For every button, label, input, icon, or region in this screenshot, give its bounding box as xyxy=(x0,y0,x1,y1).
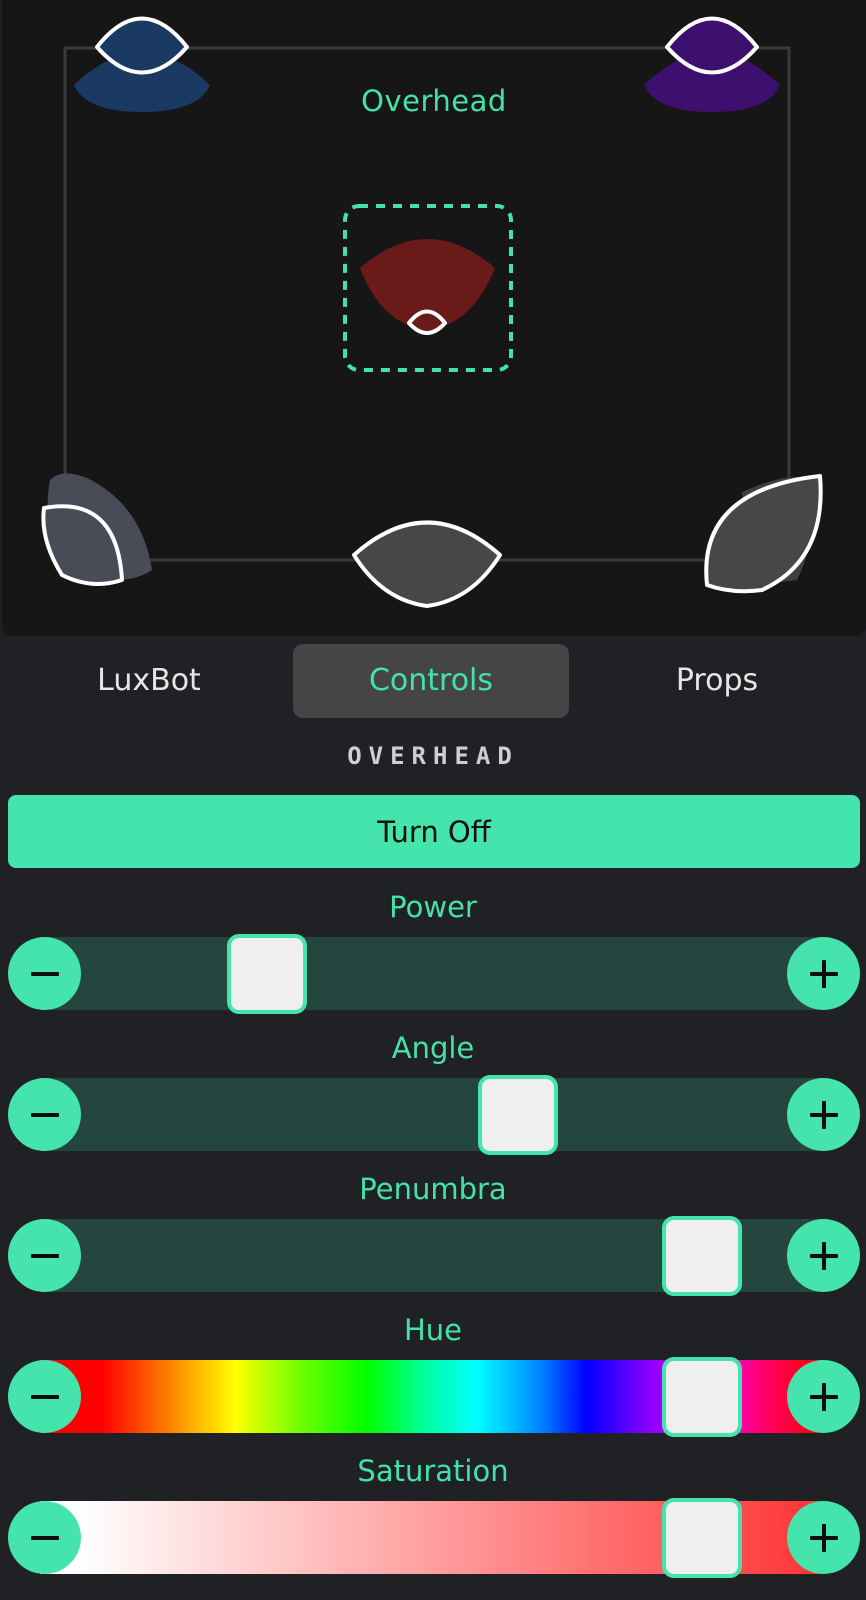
minus-icon xyxy=(31,972,59,976)
power-decrease-button[interactable] xyxy=(8,937,81,1010)
angle-slider-thumb[interactable] xyxy=(477,1075,558,1155)
hue-increase-button[interactable] xyxy=(787,1360,860,1433)
section-title: OVERHEAD xyxy=(347,742,519,770)
hue-decrease-button[interactable] xyxy=(8,1360,81,1433)
light-overhead-handle[interactable] xyxy=(407,309,447,335)
hue-slider-thumb[interactable] xyxy=(662,1357,743,1437)
minus-icon xyxy=(31,1536,59,1540)
tab-controls[interactable]: Controls xyxy=(293,644,569,718)
light-bottom-left[interactable] xyxy=(41,473,152,586)
tab-luxbot[interactable]: LuxBot xyxy=(8,644,290,718)
selected-light-label: Overhead xyxy=(361,84,507,118)
light-bottom-right-handle[interactable] xyxy=(704,474,823,594)
penumbra-label: Penumbra xyxy=(359,1172,507,1206)
tab-props[interactable]: Props xyxy=(576,644,858,718)
angle-decrease-button[interactable] xyxy=(8,1078,81,1151)
saturation-decrease-button[interactable] xyxy=(8,1501,81,1574)
minus-icon xyxy=(31,1254,59,1258)
minus-icon xyxy=(31,1395,59,1399)
saturation-label: Saturation xyxy=(357,1454,509,1488)
scene-stage[interactable]: Overhead xyxy=(2,0,866,636)
tab-bar: LuxBot Controls Props xyxy=(8,644,858,718)
power-track[interactable] xyxy=(40,937,820,1010)
power-increase-button[interactable] xyxy=(787,937,860,1010)
hue-label: Hue xyxy=(403,1313,463,1347)
minus-icon xyxy=(31,1113,59,1117)
penumbra-increase-button[interactable] xyxy=(787,1219,860,1292)
penumbra-slider-thumb[interactable] xyxy=(662,1216,743,1296)
light-bottom-center-handle[interactable] xyxy=(352,520,502,608)
light-overhead[interactable] xyxy=(343,204,513,372)
penumbra-decrease-button[interactable] xyxy=(8,1219,81,1292)
saturation-increase-button[interactable] xyxy=(787,1501,860,1574)
power-label: Power xyxy=(389,890,477,924)
light-bottom-right[interactable] xyxy=(704,474,823,594)
angle-track[interactable] xyxy=(40,1078,820,1151)
turn-off-button[interactable]: Turn Off xyxy=(8,795,860,868)
angle-increase-button[interactable] xyxy=(787,1078,860,1151)
saturation-slider-thumb[interactable] xyxy=(662,1498,743,1578)
angle-label: Angle xyxy=(391,1031,475,1065)
light-bottom-center[interactable] xyxy=(352,520,502,608)
power-slider-thumb[interactable] xyxy=(226,934,307,1014)
